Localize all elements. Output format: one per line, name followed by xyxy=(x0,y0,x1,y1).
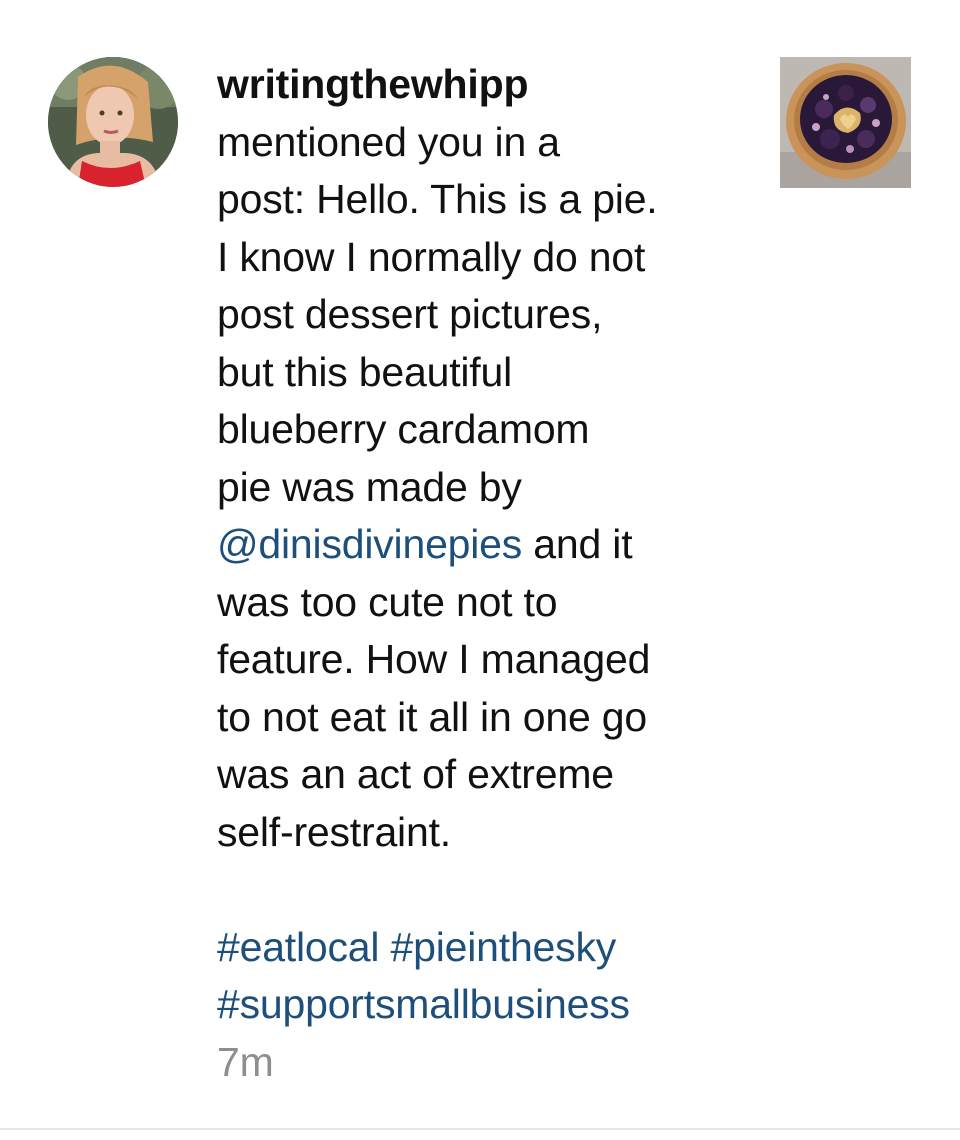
message-fragment: and it xyxy=(522,521,633,567)
message-line: was an act of extreme xyxy=(217,751,614,797)
message-line: mentioned you in a xyxy=(217,118,560,165)
message-line: post: Hello. This is a pie. xyxy=(217,176,658,222)
hashtag-line: #eatlocal #pieinthesky xyxy=(217,919,767,977)
message-line: @dinisdivinepies and it xyxy=(217,516,767,574)
hashtag-link[interactable]: #supportsmallbusiness xyxy=(217,981,630,1027)
notification-text: writingthewhipp mentioned you in a post:… xyxy=(217,56,767,1091)
mention-notification[interactable]: writingthewhipp mentioned you in a post:… xyxy=(0,0,960,1128)
message-line: was too cute not to xyxy=(217,578,558,625)
message-line: self-restraint. xyxy=(217,808,451,855)
message-line: I know I normally do not xyxy=(217,233,646,280)
hashtag-link[interactable]: #pieinthesky xyxy=(391,924,617,970)
message-line: post dessert pictures, xyxy=(217,291,603,337)
timestamp: 7m xyxy=(217,1038,274,1085)
message-line: but this beautiful xyxy=(217,348,512,395)
message-line: pie was made by xyxy=(217,463,522,510)
avatar-image xyxy=(48,57,178,187)
message-line: blueberry cardamom xyxy=(217,406,590,452)
message-line: feature. How I managed xyxy=(217,636,651,682)
username-link[interactable]: writingthewhipp xyxy=(217,56,767,114)
avatar[interactable] xyxy=(48,57,178,187)
pie-image xyxy=(780,57,911,188)
post-thumbnail[interactable] xyxy=(780,57,911,188)
divider xyxy=(0,1128,960,1130)
hashtag-line: #supportsmallbusiness xyxy=(217,976,767,1034)
hashtag-link[interactable]: #eatlocal xyxy=(217,924,380,970)
message-line: to not eat it all in one go xyxy=(217,693,647,740)
mention-link[interactable]: @dinisdivinepies xyxy=(217,521,522,567)
